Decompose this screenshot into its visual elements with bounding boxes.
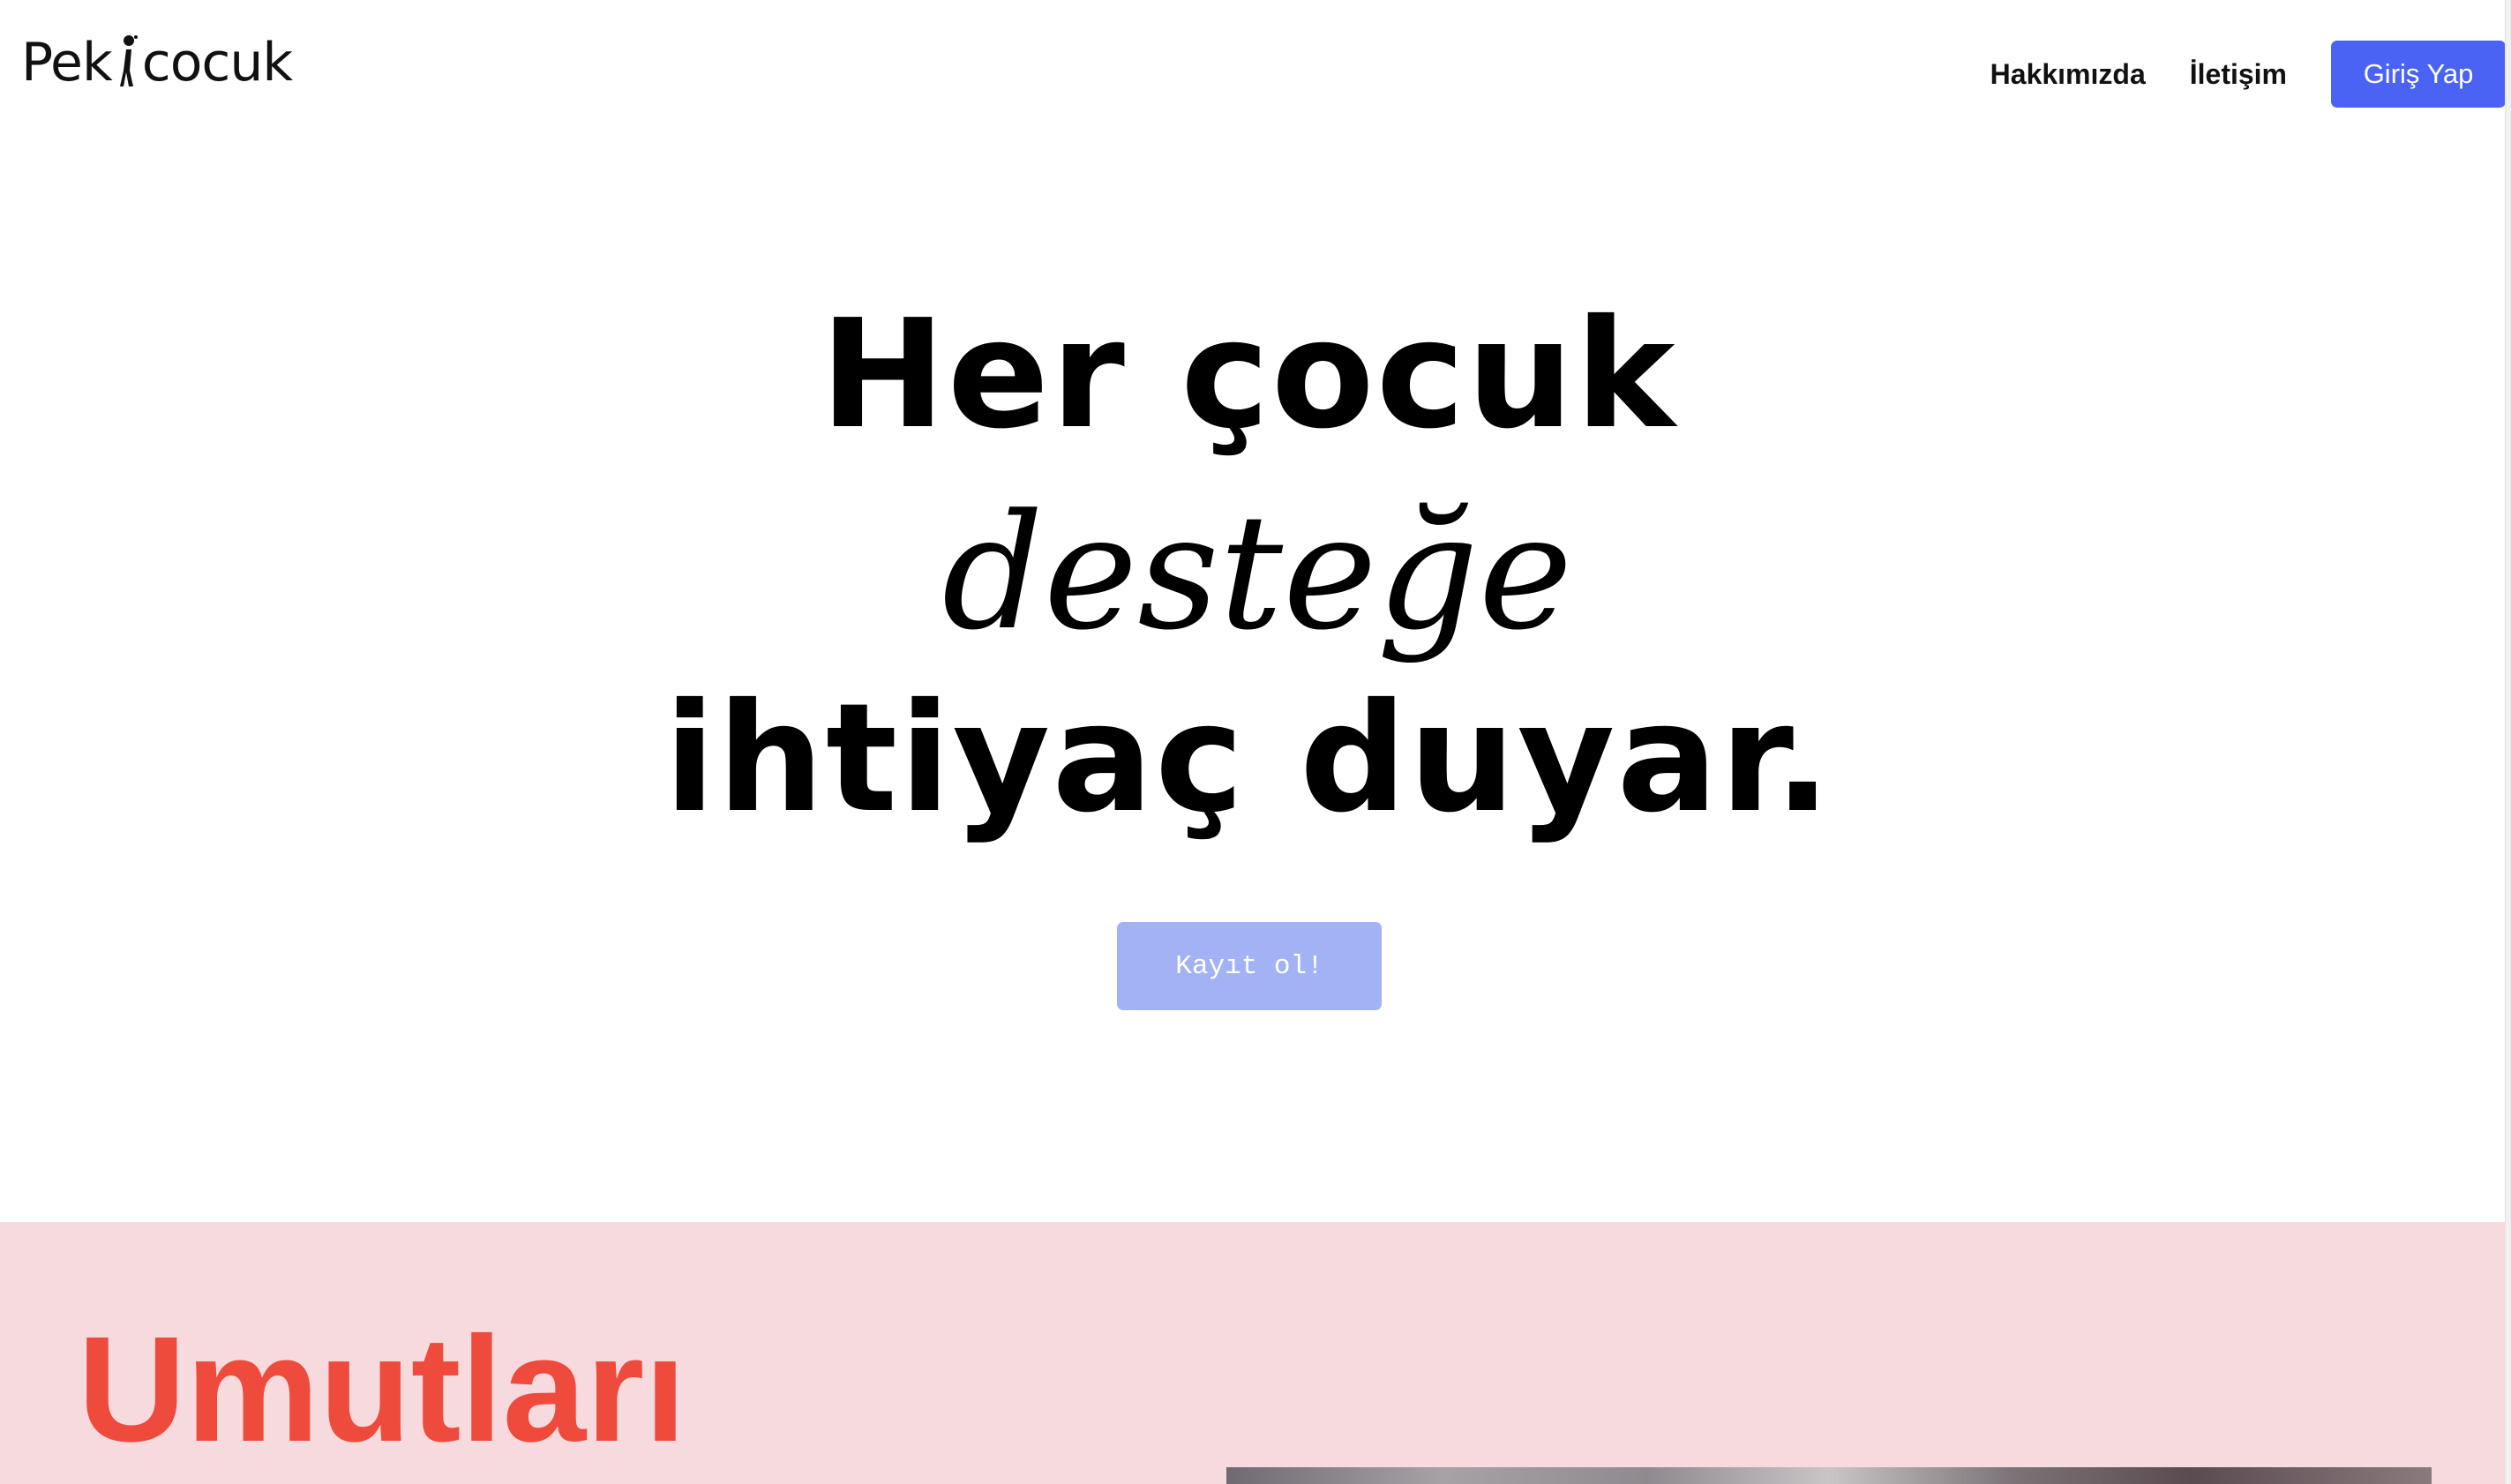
hero-headline-line1: Her çocuk [820, 288, 1677, 462]
main-nav: Hakkımızda İletişim Giriş Yap [1990, 41, 2511, 108]
child-figure-icon [119, 35, 138, 86]
signup-button[interactable]: Kayıt ol! [1117, 922, 1382, 1010]
page-scrollbar[interactable] [2505, 0, 2511, 1484]
hero-headline-line2: desteğe [941, 481, 1573, 665]
nav-contact-link[interactable]: İletişim [2190, 58, 2287, 91]
logo-text-right: cocuk [141, 32, 293, 94]
hopes-section: Umutları [0, 1222, 2511, 1484]
section-title: Umutları [78, 1306, 686, 1473]
hero-headline-line3: ihtiyaç duyar. [663, 671, 1833, 846]
hero-section: Her çocuk desteğe ihtiyaç duyar. Kayıt o… [0, 132, 2511, 1222]
logo-text-left: Pek [21, 32, 113, 94]
nav-about-link[interactable]: Hakkımızda [1990, 58, 2146, 91]
site-header: Pek cocuk Hakkımızda İletişim Giriş Yap [0, 0, 2511, 132]
section-photo [1226, 1467, 2432, 1484]
site-logo[interactable]: Pek cocuk [21, 32, 293, 94]
login-button[interactable]: Giriş Yap [2331, 41, 2506, 108]
